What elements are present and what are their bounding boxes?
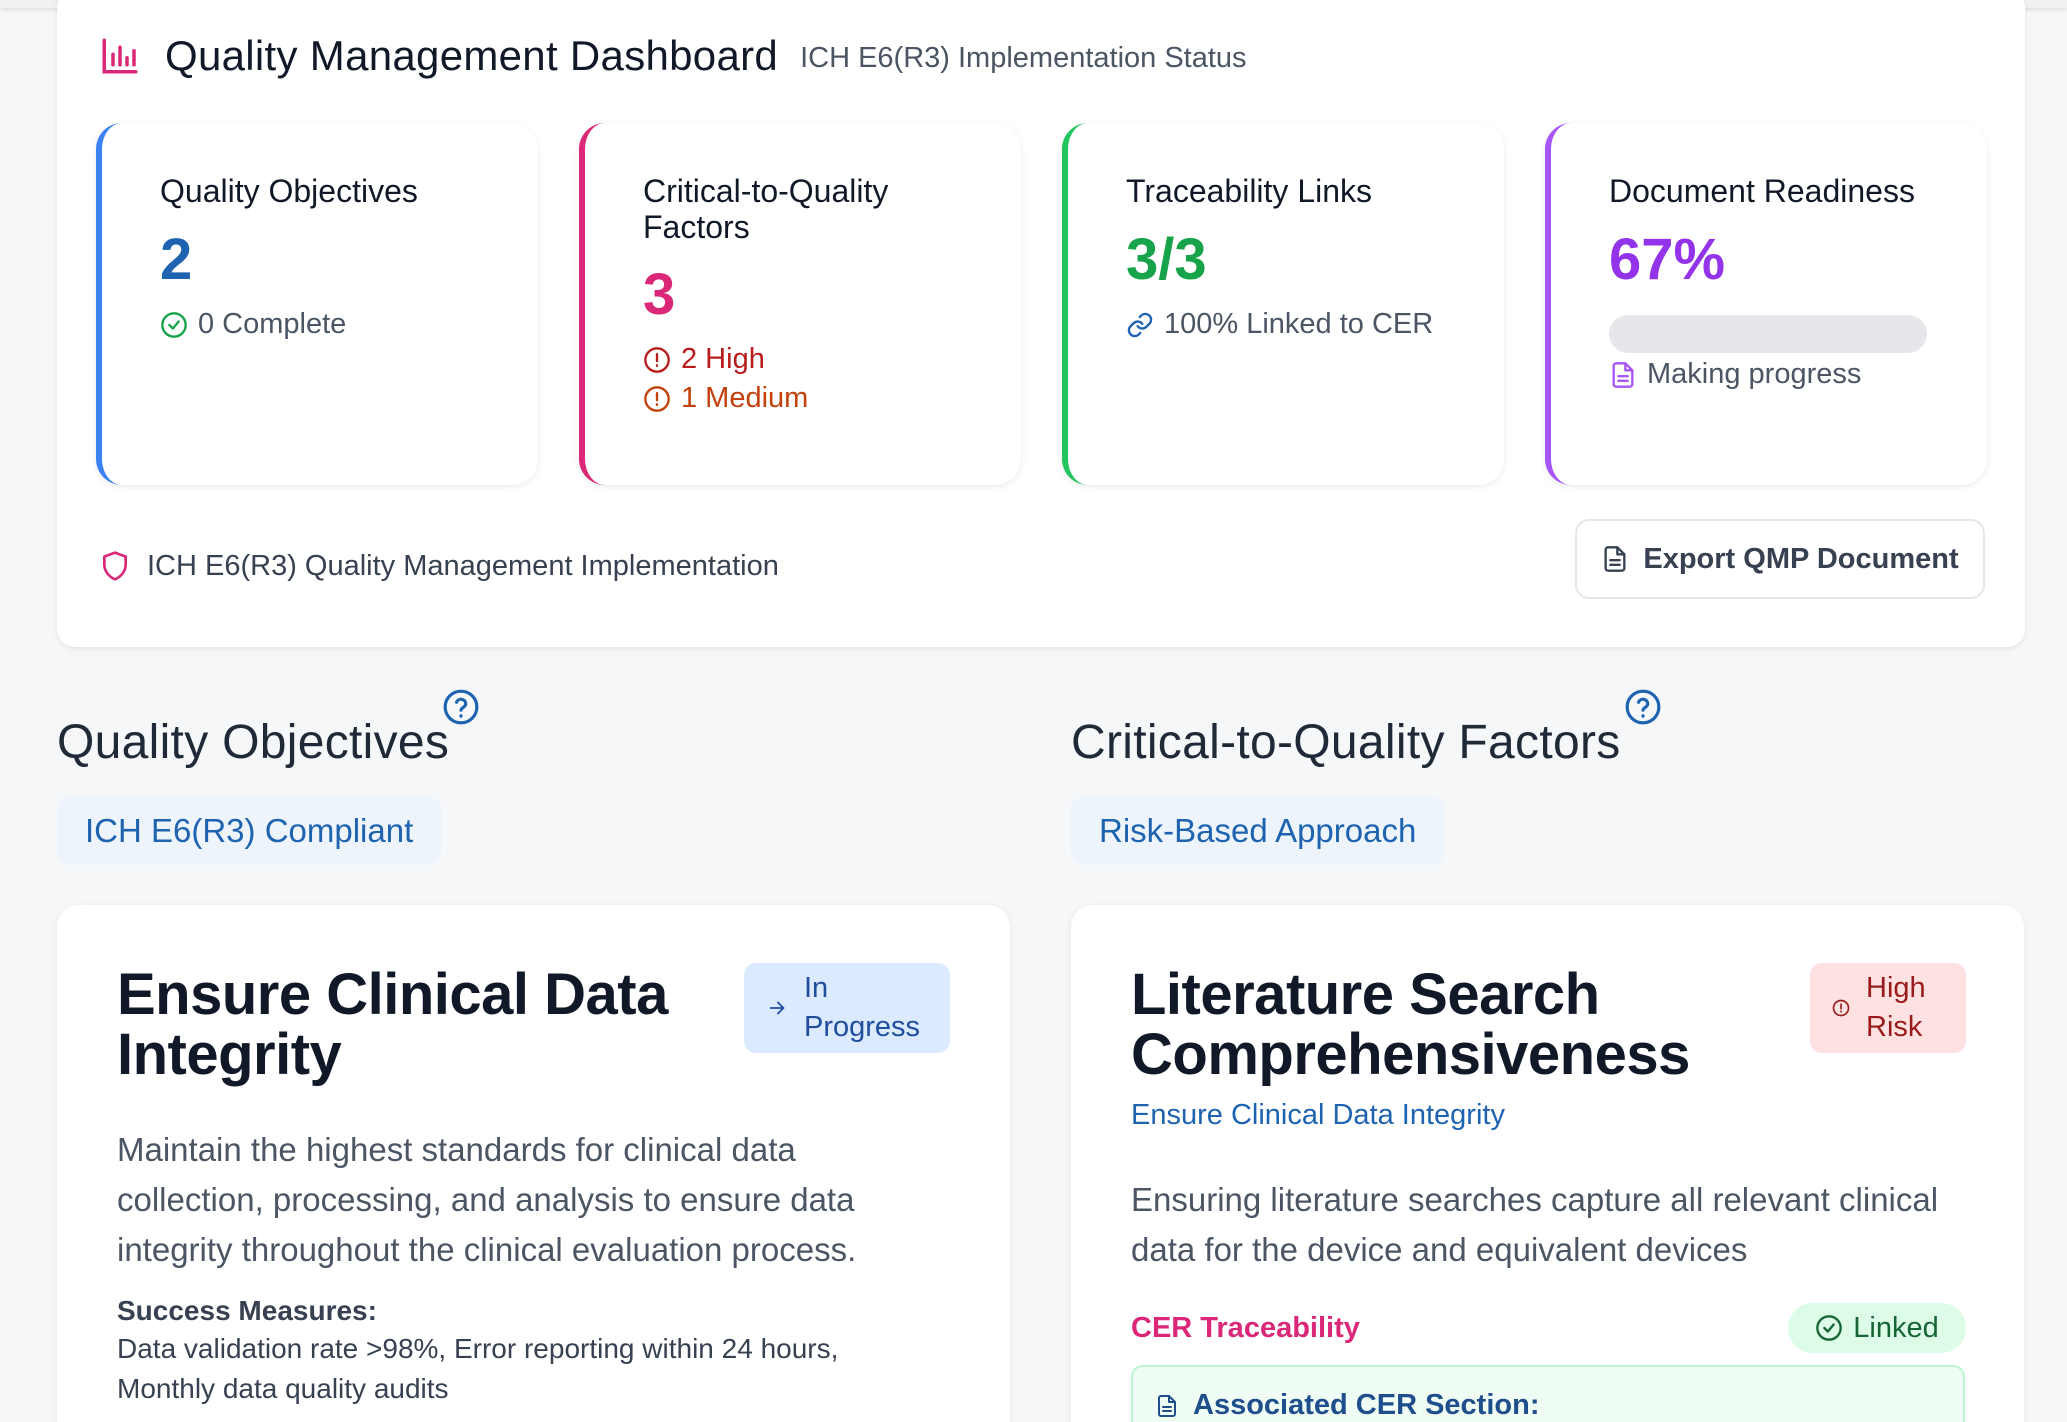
help-icon[interactable] <box>442 688 480 726</box>
assoc-header: Associated CER Section: <box>1155 1389 1539 1422</box>
dashboard-header: Quality Management Dashboard ICH E6(R3) … <box>99 28 1247 84</box>
dashboard-title: Quality Management Dashboard <box>165 32 779 79</box>
stat-label: Quality Objectives <box>160 173 418 209</box>
success-measures-text: Data validation rate >98%, Error reporti… <box>117 1329 838 1409</box>
ich-compliant-pill: ICH E6(R3) Compliant <box>57 797 442 865</box>
help-icon[interactable] <box>1624 688 1662 726</box>
stat-value: 2 <box>160 227 193 292</box>
dashboard-subtitle: ICH E6(R3) Implementation Status <box>800 41 1247 74</box>
readiness-progress-track <box>1609 315 1927 353</box>
stat-note-high: 2 High <box>643 343 765 376</box>
stat-card-quality-objectives: Quality Objectives 2 0 Complete <box>96 123 538 485</box>
stat-note: Making progress <box>1609 358 1861 391</box>
description-line: collection, processing, and analysis to … <box>117 1181 855 1218</box>
status-text: In Progress <box>804 969 920 1047</box>
success-line: Data validation rate >98%, Error reporti… <box>117 1333 839 1364</box>
check-circle-icon <box>161 311 187 338</box>
objective-description: Maintain the highest standards for clini… <box>117 1125 856 1275</box>
quality-dashboard-card: Quality Management Dashboard ICH E6(R3) … <box>57 0 2025 647</box>
success-line: Monthly data quality audits <box>117 1373 449 1404</box>
ctq-description: Ensuring literature searches capture all… <box>1131 1175 1938 1275</box>
associated-cer-section: Associated CER Section: <box>1131 1365 1965 1422</box>
description-line: Maintain the highest standards for clini… <box>117 1131 796 1168</box>
file-text-icon <box>1158 1394 1176 1417</box>
stat-card-ctq-factors: Critical-to-Quality Factors 3 2 High 1 M… <box>579 123 1021 485</box>
objective-card[interactable]: Ensure Clinical Data Integrity In Progre… <box>57 905 1010 1422</box>
implementation-footer: ICH E6(R3) Quality Management Implementa… <box>99 548 779 584</box>
alert-circle-icon <box>1832 999 1850 1017</box>
stat-note-text: 1 Medium <box>681 382 809 414</box>
stat-note-medium: 1 Medium <box>643 382 808 415</box>
description-line: Ensuring literature searches capture all… <box>1131 1181 1939 1218</box>
export-label: Export QMP Document <box>1643 542 1959 575</box>
risk-based-pill: Risk-Based Approach <box>1071 797 1445 865</box>
ctq-factors-heading: Critical-to-Quality Factors <box>1071 716 1621 769</box>
stat-note: 100% Linked to CER <box>1126 308 1433 341</box>
risk-line-2: Risk <box>1866 1011 1923 1043</box>
alert-circle-icon <box>644 346 670 373</box>
ctq-factor-card[interactable]: Literature Search Comprehensiveness High… <box>1071 905 2024 1422</box>
description-line: data for the device and equivalent devic… <box>1131 1231 1748 1268</box>
cer-traceability-label: CER Traceability <box>1131 1312 1360 1344</box>
linked-status-badge: Linked <box>1788 1303 1966 1353</box>
arrow-right-icon <box>769 1001 785 1015</box>
shield-icon <box>103 551 127 581</box>
ctq-title: Literature Search Comprehensiveness <box>1131 962 1690 1087</box>
risk-badge-high: High Risk <box>1810 963 1966 1053</box>
stat-label: Critical-to-Quality Factors <box>643 173 889 245</box>
stat-note: 0 Complete <box>160 308 346 341</box>
status-line-2: Progress <box>804 1011 921 1043</box>
description-line: integrity throughout the clinical evalua… <box>117 1231 857 1268</box>
bar-chart-icon <box>102 38 138 74</box>
stat-note-text: Making progress <box>1647 358 1862 390</box>
objective-title: Ensure Clinical Data Integrity <box>117 962 668 1087</box>
stat-value: 3/3 <box>1126 227 1207 292</box>
alert-circle-icon <box>644 385 670 412</box>
link-icon <box>1127 312 1153 337</box>
risk-text: High Risk <box>1866 969 1926 1047</box>
export-qmp-button[interactable]: Export QMP Document <box>1575 519 1985 599</box>
footer-text: ICH E6(R3) Quality Management Implementa… <box>147 549 779 582</box>
stat-note-text: 0 Complete <box>198 308 347 340</box>
file-text-icon <box>1604 546 1626 572</box>
linked-objective-link[interactable]: Ensure Clinical Data Integrity <box>1131 1099 1505 1132</box>
quality-objectives-heading: Quality Objectives <box>57 716 450 769</box>
stat-value: 67% <box>1609 227 1726 292</box>
check-circle-icon <box>1816 1315 1843 1341</box>
stat-value: 3 <box>643 262 676 327</box>
assoc-label: Associated CER Section: <box>1193 1389 1540 1421</box>
stat-card-document-readiness: Document Readiness 67% Making progress <box>1545 123 1987 485</box>
file-icon <box>1612 361 1634 388</box>
stat-card-traceability: Traceability Links 3/3 100% Linked to CE… <box>1062 123 1504 485</box>
status-line-1: In <box>804 972 829 1004</box>
success-measures-label: Success Measures: <box>117 1295 377 1326</box>
linked-status-text: Linked <box>1853 1311 1939 1344</box>
readiness-progress-fill <box>1609 315 1823 353</box>
status-badge-in-progress: In Progress <box>744 963 950 1053</box>
stat-label: Document Readiness <box>1609 173 1915 209</box>
stat-label: Traceability Links <box>1126 173 1373 209</box>
risk-line-1: High <box>1866 972 1926 1004</box>
stat-note-text: 2 High <box>681 343 765 375</box>
stat-note-text: 100% Linked to CER <box>1164 308 1434 340</box>
